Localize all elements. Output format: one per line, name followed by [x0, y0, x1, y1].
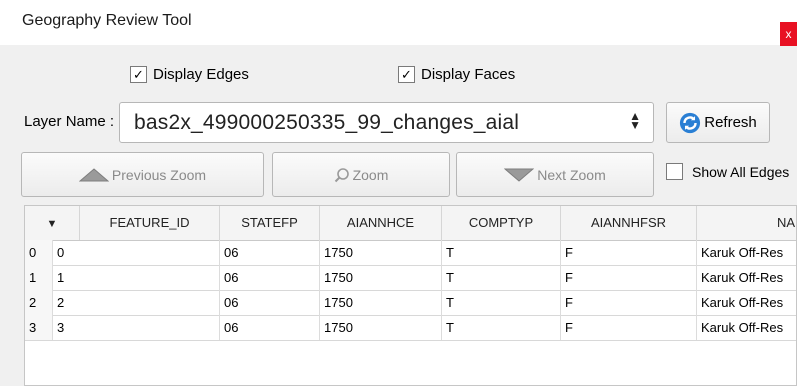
table-row[interactable]: 2 2 06 1750 T F Karuk Off-Res — [25, 290, 796, 316]
triangle-down-icon — [504, 168, 535, 182]
cell-statefp: 06 — [220, 240, 320, 265]
column-header[interactable]: STATEFP — [220, 206, 320, 240]
cell-feature-id: 0 — [53, 240, 220, 265]
cell-aiannhce: 1750 — [320, 265, 442, 290]
updown-arrows-icon: ▲ ▼ — [629, 109, 641, 132]
checkmark-icon: ✓ — [398, 66, 415, 83]
layer-select-value: bas2x_499000250335_99_changes_aial — [134, 111, 520, 134]
zoom-button[interactable]: Zoom — [272, 152, 450, 197]
previous-zoom-button[interactable]: Previous Zoom — [21, 152, 264, 197]
cell-statefp: 06 — [220, 265, 320, 290]
row-index: 0 — [25, 240, 53, 265]
cell-comptyp: T — [442, 265, 561, 290]
display-faces-checkbox[interactable]: ✓ Display Faces — [398, 66, 515, 83]
column-header[interactable]: AIANNHFSR — [561, 206, 697, 240]
cell-name: Karuk Off-Res — [697, 290, 796, 315]
cell-feature-id: 1 — [53, 265, 220, 290]
window-title: Geography Review Tool — [22, 12, 192, 29]
display-edges-checkbox[interactable]: ✓ Display Edges — [130, 66, 249, 83]
table-row[interactable]: 0 0 06 1750 T F Karuk Off-Res — [25, 240, 796, 266]
cell-aiannhfsr: F — [561, 315, 697, 340]
cell-name: Karuk Off-Res — [697, 240, 796, 265]
display-faces-label: Display Faces — [421, 66, 516, 83]
attribute-table: ▼ FEATURE_ID STATEFP AIANNHCE COMPTYP AI… — [24, 205, 797, 386]
cell-aiannhfsr: F — [561, 240, 697, 265]
geography-review-window: Geography Review Tool x ✓ Display Edges … — [0, 0, 797, 386]
cell-aiannhce: 1750 — [320, 315, 442, 340]
cell-comptyp: T — [442, 240, 561, 265]
cell-statefp: 06 — [220, 290, 320, 315]
row-index: 1 — [25, 265, 53, 290]
close-button[interactable]: x — [780, 22, 797, 46]
layer-select[interactable]: bas2x_499000250335_99_changes_aial ▲ ▼ — [119, 102, 654, 143]
checkbox-box — [666, 163, 683, 180]
cell-feature-id: 2 — [53, 290, 220, 315]
row-index: 2 — [25, 290, 53, 315]
cell-aiannhce: 1750 — [320, 290, 442, 315]
refresh-icon — [680, 112, 701, 133]
column-header[interactable]: NA — [697, 206, 796, 240]
column-header[interactable]: COMPTYP — [442, 206, 561, 240]
refresh-label: Refresh — [704, 114, 757, 131]
display-edges-label: Display Edges — [153, 66, 249, 83]
layer-name-label: Layer Name : — [24, 113, 115, 130]
refresh-button[interactable]: Refresh — [666, 102, 770, 143]
cell-feature-id: 3 — [53, 315, 220, 340]
next-zoom-button[interactable]: Next Zoom — [456, 152, 654, 197]
column-header-index[interactable]: ▼ — [25, 206, 80, 240]
table-row[interactable]: 3 3 06 1750 T F Karuk Off-Res — [25, 315, 796, 341]
table-row[interactable]: 1 1 06 1750 T F Karuk Off-Res — [25, 265, 796, 291]
magnifier-icon — [334, 167, 349, 182]
title-bar: Geography Review Tool x — [0, 0, 797, 46]
show-all-edges-checkbox[interactable]: Show All Edges — [666, 163, 789, 180]
column-header[interactable]: FEATURE_ID — [80, 206, 220, 240]
chevron-down-icon: ▼ — [46, 218, 58, 230]
previous-zoom-label: Previous Zoom — [111, 166, 207, 183]
cell-aiannhfsr: F — [561, 290, 697, 315]
triangle-up-icon — [78, 167, 109, 181]
cell-aiannhfsr: F — [561, 265, 697, 290]
row-index: 3 — [25, 315, 53, 340]
column-header[interactable]: AIANNHCE — [320, 206, 442, 240]
checkmark-icon: ✓ — [130, 66, 147, 83]
table-header: ▼ FEATURE_ID STATEFP AIANNHCE COMPTYP AI… — [25, 206, 796, 241]
cell-name: Karuk Off-Res — [697, 315, 796, 340]
show-all-edges-label: Show All Edges — [692, 163, 790, 180]
next-zoom-label: Next Zoom — [537, 166, 606, 183]
zoom-label: Zoom — [352, 166, 389, 183]
cell-statefp: 06 — [220, 315, 320, 340]
cell-comptyp: T — [442, 290, 561, 315]
cell-name: Karuk Off-Res — [697, 265, 796, 290]
cell-comptyp: T — [442, 315, 561, 340]
cell-aiannhce: 1750 — [320, 240, 442, 265]
